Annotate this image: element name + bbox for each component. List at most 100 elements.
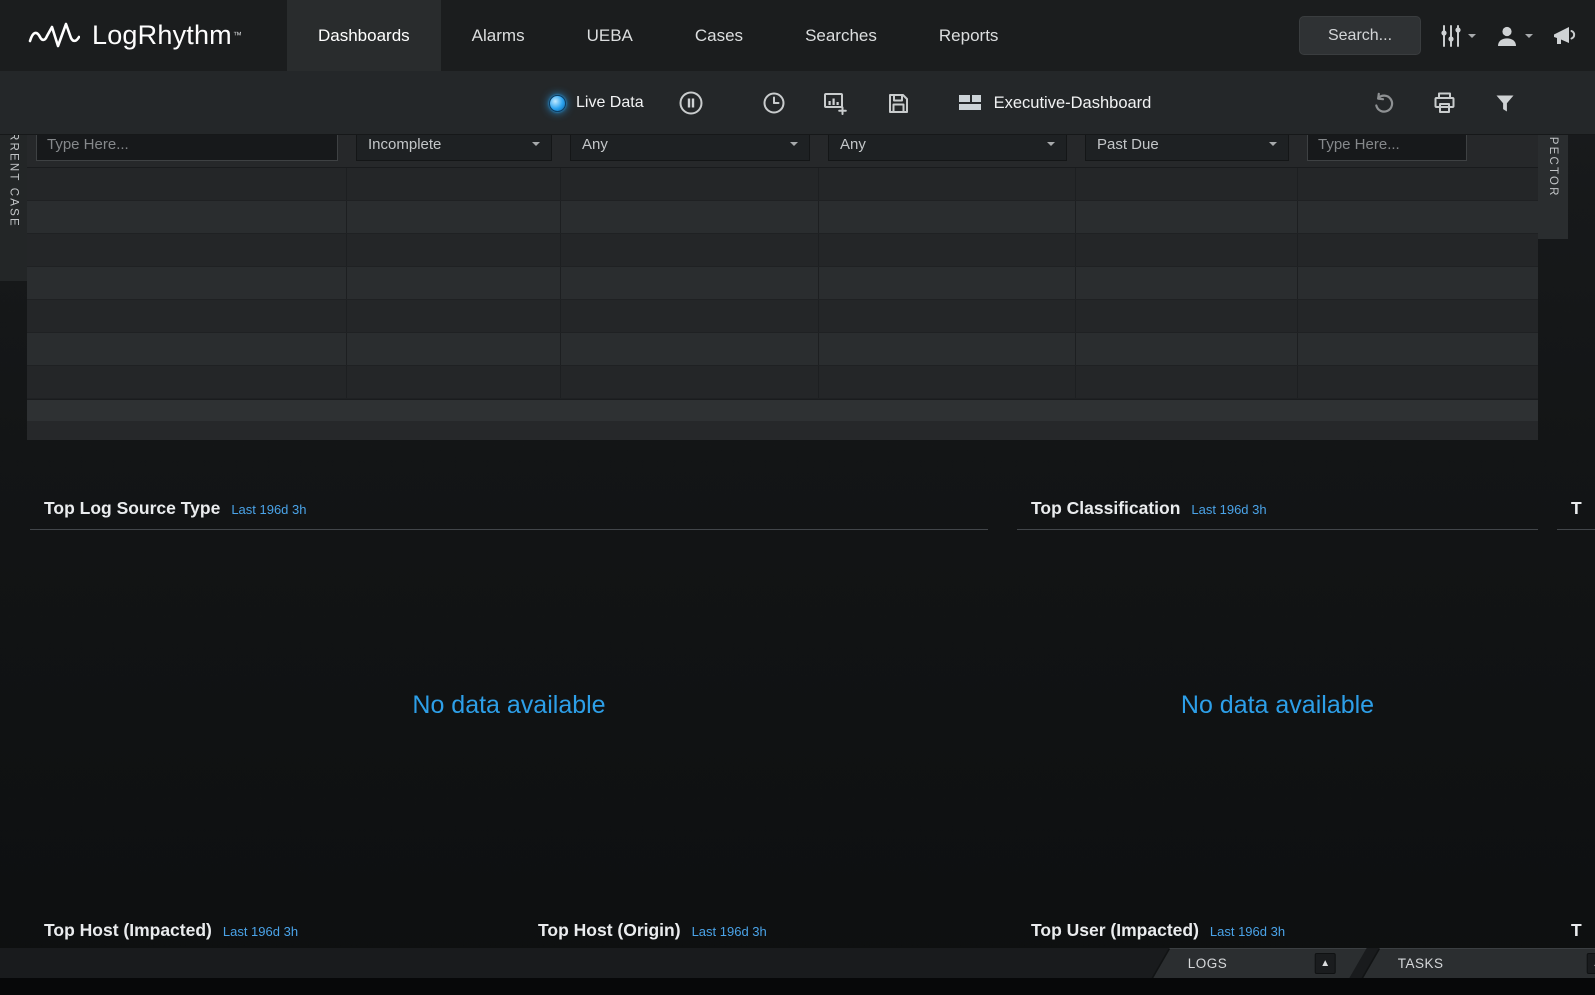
nav-tab-reports[interactable]: Reports bbox=[908, 0, 1030, 71]
tasks-label: TASKS bbox=[1398, 956, 1444, 971]
case-filter-input-2[interactable] bbox=[1307, 135, 1467, 161]
dashboard-selector[interactable]: Executive-Dashboard bbox=[957, 92, 1152, 114]
live-data-label: Live Data bbox=[576, 94, 644, 112]
filter-funnel-icon bbox=[1494, 93, 1516, 114]
printer-icon bbox=[1432, 91, 1457, 115]
widget-time-range: Last 196d 3h bbox=[1191, 502, 1266, 517]
widget-top-classification: Top Classification Last 196d 3h No data … bbox=[1017, 486, 1538, 941]
case-grid-filter-row: Incomplete Any Any Past Due bbox=[27, 135, 1538, 168]
nav-tab-dashboards[interactable]: Dashboards bbox=[287, 0, 441, 71]
case-filter-input-1[interactable] bbox=[36, 135, 338, 161]
reset-button[interactable] bbox=[1371, 91, 1395, 115]
case-row bbox=[27, 201, 1538, 234]
preferences-button[interactable] bbox=[1439, 23, 1476, 49]
trademark: ™ bbox=[233, 30, 242, 40]
filter-cell: Any bbox=[819, 135, 1076, 167]
widget-header: Top Host (Origin) Last 196d 3h bbox=[524, 908, 988, 952]
dropdown-value: Incomplete bbox=[368, 136, 441, 153]
widget-header: Top Log Source Type Last 196d 3h bbox=[30, 486, 988, 530]
widget-clipped-top: T bbox=[1557, 486, 1595, 941]
logrhythm-wave-icon bbox=[28, 19, 80, 53]
brand-name: LogRhythm bbox=[92, 20, 232, 50]
pause-icon bbox=[678, 90, 704, 116]
search-button[interactable]: Search... bbox=[1299, 16, 1421, 55]
user-menu-button[interactable] bbox=[1494, 23, 1533, 49]
print-button[interactable] bbox=[1432, 91, 1457, 115]
case-row bbox=[27, 234, 1538, 267]
bottom-edge bbox=[0, 978, 1595, 995]
notifications-button[interactable] bbox=[1551, 23, 1579, 49]
case-row bbox=[27, 300, 1538, 333]
case-row bbox=[27, 366, 1538, 399]
widget-header: Top User (Impacted) Last 196d 3h bbox=[1017, 908, 1538, 952]
widget-top-log-source-type: Top Log Source Type Last 196d 3h No data… bbox=[30, 486, 988, 941]
owner-filter-dropdown[interactable]: Any bbox=[828, 135, 1067, 161]
widget-header: T bbox=[1557, 908, 1595, 952]
logs-expand-button[interactable]: ▲ bbox=[1315, 953, 1336, 974]
tasks-expand-button[interactable]: ▲ bbox=[1587, 953, 1595, 974]
filter-cell: Incomplete bbox=[347, 135, 561, 167]
widget-title: T bbox=[1571, 920, 1582, 941]
live-data-radio[interactable] bbox=[549, 95, 566, 112]
user-icon bbox=[1494, 23, 1520, 49]
due-filter-dropdown[interactable]: Past Due bbox=[1085, 135, 1289, 161]
save-dashboard-button[interactable] bbox=[886, 91, 911, 116]
toolbar-center: Live Data bbox=[549, 71, 1151, 135]
widget-title: Top Host (Origin) bbox=[538, 920, 681, 941]
logs-drawer-tab[interactable]: LOGS ▲ bbox=[1151, 948, 1366, 978]
nav-tab-alarms[interactable]: Alarms bbox=[441, 0, 556, 71]
priority-filter-dropdown[interactable]: Any bbox=[570, 135, 810, 161]
add-widget-button[interactable] bbox=[822, 90, 848, 116]
nav-tab-searches[interactable]: Searches bbox=[774, 0, 908, 71]
undo-icon bbox=[1371, 91, 1395, 115]
case-grid-scrollbar[interactable] bbox=[27, 399, 1538, 421]
case-grid: Incomplete Any Any Past Due bbox=[27, 135, 1538, 440]
widget-header: Top Host (Impacted) Last 196d 3h bbox=[30, 908, 494, 952]
top-right-controls: Search... bbox=[1299, 0, 1579, 71]
logs-label: LOGS bbox=[1188, 956, 1228, 971]
widget-time-range: Last 196d 3h bbox=[223, 924, 298, 939]
case-row bbox=[27, 168, 1538, 201]
case-row bbox=[27, 267, 1538, 300]
top-nav: LogRhythm™ Dashboards Alarms UEBA Cases … bbox=[0, 0, 1595, 71]
chevron-down-icon bbox=[1525, 34, 1533, 42]
chevron-down-icon bbox=[790, 142, 798, 150]
chevron-down-icon bbox=[532, 142, 540, 150]
dropdown-value: Past Due bbox=[1097, 136, 1159, 153]
brand-text: LogRhythm™ bbox=[92, 20, 242, 51]
dashboard-layout-icon bbox=[957, 92, 983, 114]
widget-title: Top Classification bbox=[1031, 498, 1180, 519]
chevron-down-icon bbox=[1047, 142, 1055, 150]
add-widget-icon bbox=[822, 90, 848, 116]
dropdown-value: Any bbox=[840, 136, 866, 153]
dashboard-name: Executive-Dashboard bbox=[994, 94, 1152, 113]
main-nav-tabs: Dashboards Alarms UEBA Cases Searches Re… bbox=[287, 0, 1029, 71]
tasks-drawer-tab[interactable]: TASKS ▲ bbox=[1361, 948, 1595, 978]
pause-button[interactable] bbox=[678, 90, 704, 116]
no-data-message: No data available bbox=[30, 691, 988, 720]
clock-icon bbox=[762, 91, 786, 115]
bottom-drawer-bar: LOGS ▲ TASKS ▲ bbox=[0, 948, 1595, 978]
widget-title: Top Log Source Type bbox=[44, 498, 220, 519]
megaphone-icon bbox=[1551, 23, 1579, 49]
dropdown-value: Any bbox=[582, 136, 608, 153]
widget-header: T bbox=[1557, 486, 1595, 530]
nav-tab-ueba[interactable]: UEBA bbox=[556, 0, 664, 71]
dashboard-toolbar: Live Data bbox=[0, 71, 1595, 135]
no-data-message: No data available bbox=[1017, 691, 1538, 720]
filter-cell bbox=[27, 135, 347, 167]
sliders-icon bbox=[1439, 23, 1463, 49]
widget-title: T bbox=[1571, 498, 1582, 519]
nav-tab-cases[interactable]: Cases bbox=[664, 0, 774, 71]
toolbar-right bbox=[1371, 71, 1516, 135]
time-range-button[interactable] bbox=[762, 91, 786, 115]
logo: LogRhythm™ bbox=[0, 0, 287, 71]
widget-header: Top Classification Last 196d 3h bbox=[1017, 486, 1538, 530]
status-filter-dropdown[interactable]: Incomplete bbox=[356, 135, 552, 161]
filter-cell: Past Due bbox=[1076, 135, 1298, 167]
save-icon bbox=[886, 91, 911, 116]
filter-button[interactable] bbox=[1494, 93, 1516, 114]
widget-time-range: Last 196d 3h bbox=[231, 502, 306, 517]
widget-time-range: Last 196d 3h bbox=[692, 924, 767, 939]
widget-title: Top User (Impacted) bbox=[1031, 920, 1199, 941]
